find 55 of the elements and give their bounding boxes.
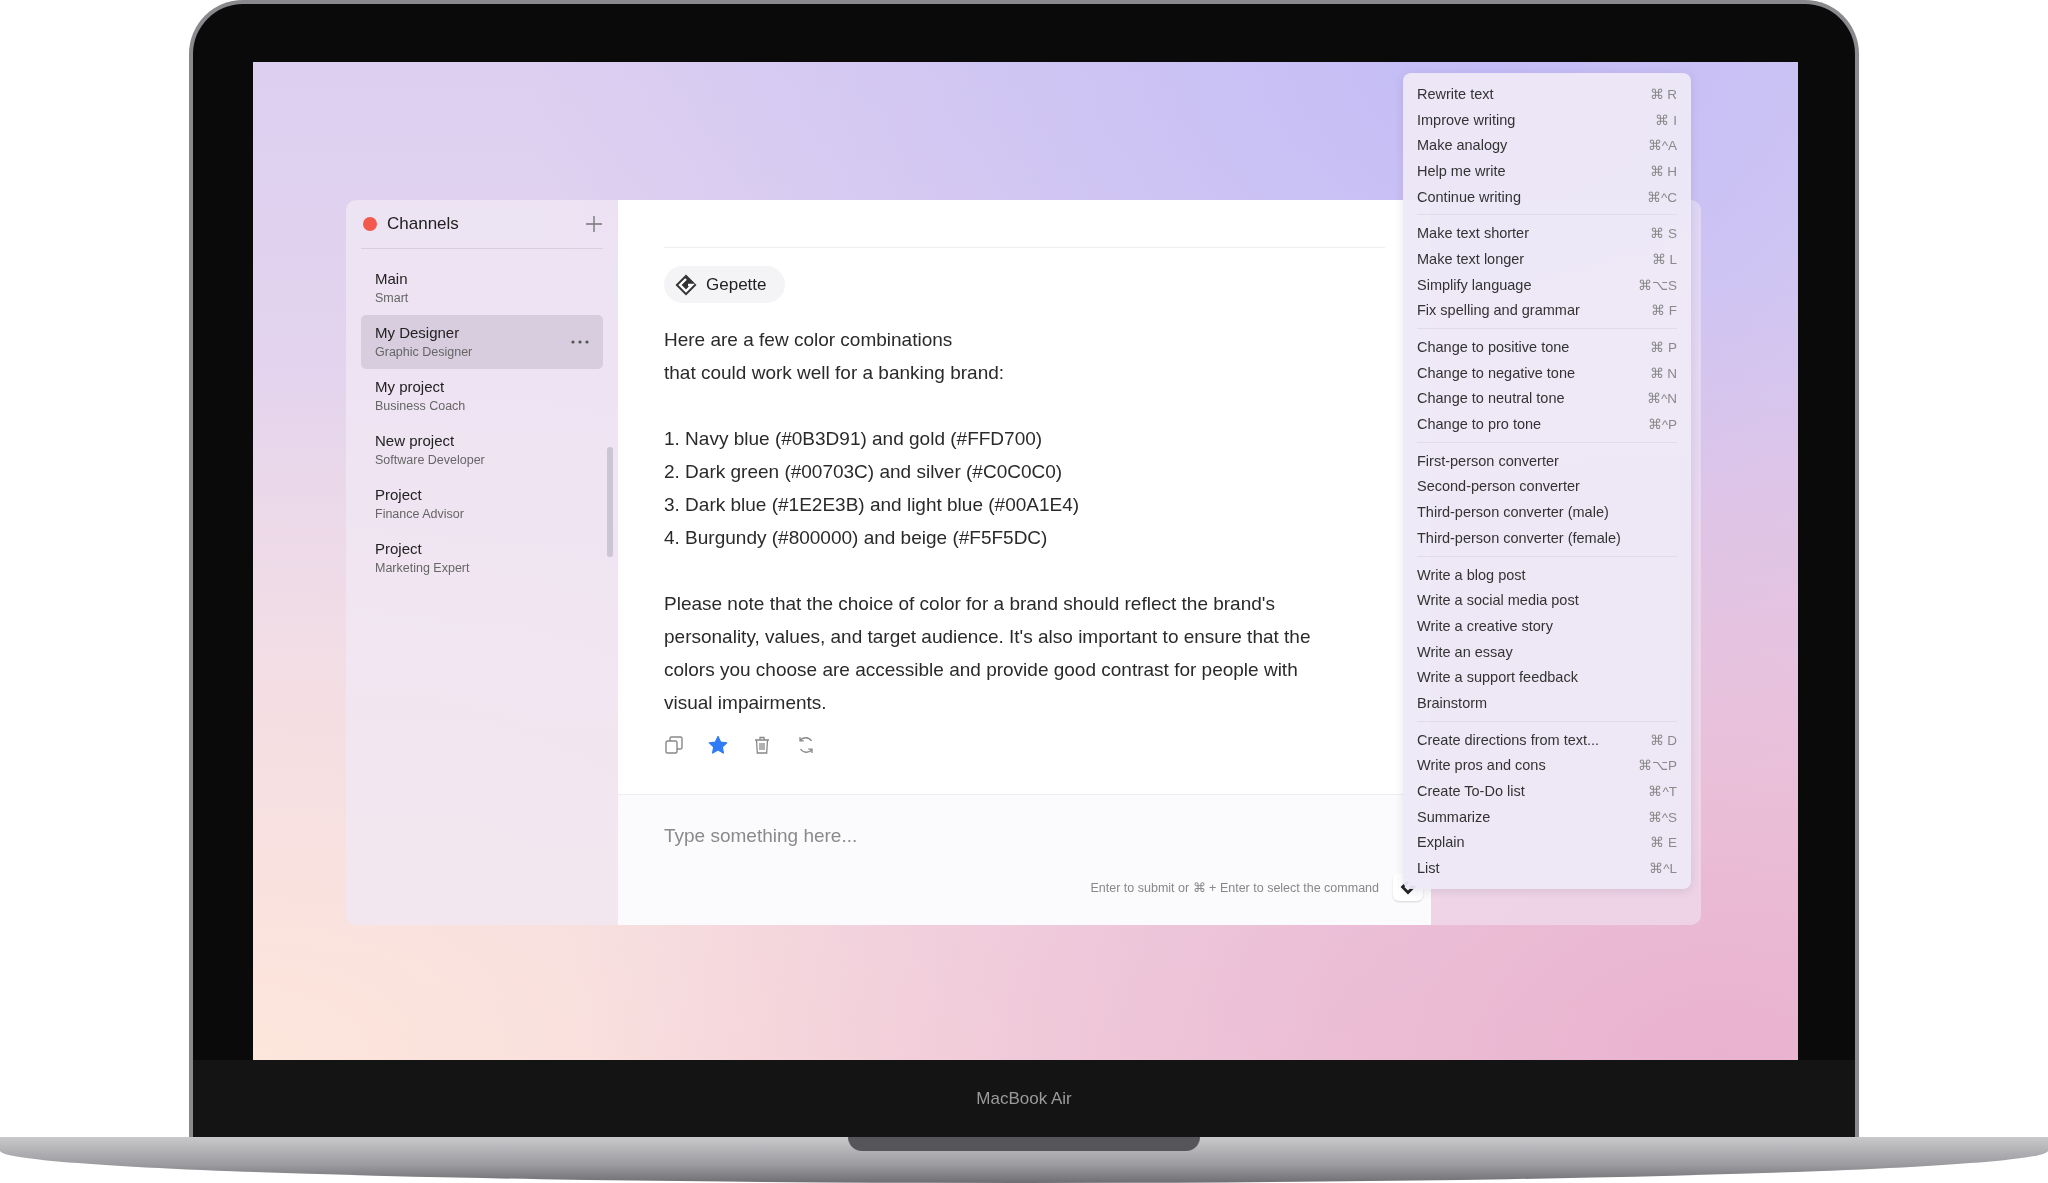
menu-item[interactable]: Write pros and cons ⌘⌥P — [1417, 752, 1677, 779]
message-input[interactable]: Type something here... — [664, 825, 1164, 847]
channel-item[interactable]: My project Business Coach — [361, 369, 603, 423]
menu-item[interactable]: Second-person converter — [1417, 473, 1677, 500]
message-line: Here are a few color combinations — [664, 328, 954, 352]
menu-item[interactable]: Explain ⌘ E — [1417, 829, 1677, 856]
menu-item[interactable]: Write a blog post — [1417, 561, 1677, 588]
message-line: 2. Dark green (#00703C) and silver (#C0C0C0) — [664, 460, 1064, 484]
menu-item[interactable]: Third-person converter (male) — [1417, 499, 1677, 525]
menu-item[interactable]: Third-person converter (female) — [1417, 525, 1677, 551]
sender-chip: Gepette — [664, 266, 785, 303]
menu-item[interactable]: Rewrite text ⌘ R — [1417, 81, 1677, 107]
hint-text: Enter to submit or ⌘ + Enter to select the command — [1090, 879, 1379, 895]
menu-item[interactable]: Make analogy ⌘^A — [1417, 132, 1677, 159]
channel-item[interactable]: New project Software Developer — [361, 423, 603, 477]
message-line: that could work well for a banking brand: — [664, 361, 1006, 385]
channel-item[interactable]: Project Finance Advisor — [361, 477, 603, 531]
message-line: 4. Burgundy (#800000) and beige (#F5F5DC) — [664, 526, 1049, 550]
channel-item[interactable]: My Designer Graphic Designer — [361, 315, 603, 369]
menu-item[interactable]: Change to neutral tone ⌘^N — [1417, 385, 1677, 412]
menu-item[interactable]: Write a social media post — [1417, 587, 1677, 614]
menu-item[interactable]: Create directions from text... ⌘ D — [1417, 726, 1677, 753]
menu-item[interactable]: Help me write ⌘ H — [1417, 158, 1677, 184]
menu-item[interactable]: Simplify language ⌘⌥S — [1417, 271, 1677, 298]
menu-item[interactable]: Write a support feedback — [1417, 664, 1677, 691]
scrollbar[interactable] — [607, 447, 613, 557]
menu-item[interactable]: Change to negative tone ⌘ N — [1417, 359, 1677, 386]
menu-item[interactable]: Summarize ⌘^S — [1417, 803, 1677, 830]
menu-item[interactable]: Make text shorter ⌘ S — [1417, 220, 1677, 247]
menu-item[interactable]: Continue writing ⌘^C — [1417, 183, 1677, 210]
menu-item[interactable]: First-person converter — [1417, 447, 1677, 474]
menu-item[interactable]: List ⌘^L — [1417, 855, 1677, 881]
menu-item[interactable]: Write an essay — [1417, 638, 1677, 665]
star-icon[interactable] — [708, 735, 728, 755]
menu-item[interactable]: Create To-Do list ⌘^T — [1417, 778, 1677, 804]
refresh-icon[interactable] — [796, 735, 816, 755]
channel-item[interactable]: Main Smart — [361, 261, 603, 315]
sidebar-title: Channels — [387, 214, 460, 234]
trash-icon[interactable] — [752, 735, 772, 755]
device-label: MacBook Air — [976, 1088, 1072, 1109]
menu-item[interactable]: Make text longer ⌘ L — [1417, 246, 1677, 272]
menu-item[interactable]: Change to positive tone ⌘ P — [1417, 334, 1677, 360]
message-line: 1. Navy blue (#0B3D91) and gold (#FFD700) — [664, 427, 1044, 451]
copy-icon[interactable] — [664, 735, 684, 755]
message-paragraph: Please note that the choice of color for a brand should reflect the brand's personality, values, and target audience. It's also important to ensure that the colors you choose are accessible and provide good contrast for people with visual impairments. — [664, 592, 1312, 715]
menu-item[interactable]: Change to pro tone ⌘^P — [1417, 411, 1677, 437]
menu-item[interactable]: Brainstorm — [1417, 690, 1677, 716]
message-line: 3. Dark blue (#1E2E3B) and light blue (#00A1E4) — [664, 493, 1081, 517]
close-dot-icon[interactable] — [363, 217, 377, 231]
more-icon[interactable] — [571, 340, 589, 344]
add-icon[interactable] — [585, 215, 603, 233]
channel-item[interactable]: Project Marketing Expert — [361, 531, 603, 585]
menu-item[interactable]: Improve writing ⌘ I — [1417, 106, 1677, 133]
menu-item[interactable]: Fix spelling and grammar ⌘ F — [1417, 297, 1677, 324]
menu-item[interactable]: Write a creative story — [1417, 613, 1677, 639]
